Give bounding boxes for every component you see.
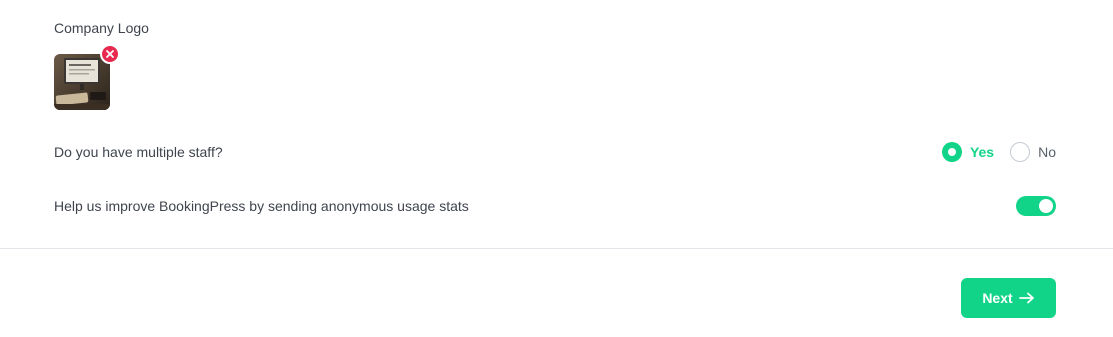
multiple-staff-question: Do you have multiple staff?	[54, 144, 223, 160]
multiple-staff-radio-group: Yes No	[941, 142, 1056, 162]
radio-yes-indicator	[941, 142, 962, 162]
remove-logo-button[interactable]	[100, 44, 120, 64]
toggle-knob	[1039, 199, 1053, 213]
logo-label: Company Logo	[54, 20, 149, 36]
next-button-label: Next	[982, 290, 1013, 306]
arrow-right-icon	[1018, 292, 1034, 304]
usage-stats-label: Help us improve BookingPress by sending …	[54, 198, 469, 214]
radio-yes-label: Yes	[969, 144, 995, 160]
company-logo-image	[54, 54, 110, 110]
company-logo-preview	[54, 44, 120, 110]
radio-yes[interactable]: Yes	[941, 142, 995, 162]
footer-divider	[0, 248, 1113, 249]
close-icon	[106, 50, 114, 58]
next-button[interactable]: Next	[961, 278, 1056, 318]
radio-no[interactable]: No	[1010, 142, 1056, 162]
usage-stats-toggle[interactable]	[1016, 196, 1056, 216]
radio-no-label: No	[1038, 144, 1056, 160]
radio-no-indicator	[1010, 142, 1031, 162]
